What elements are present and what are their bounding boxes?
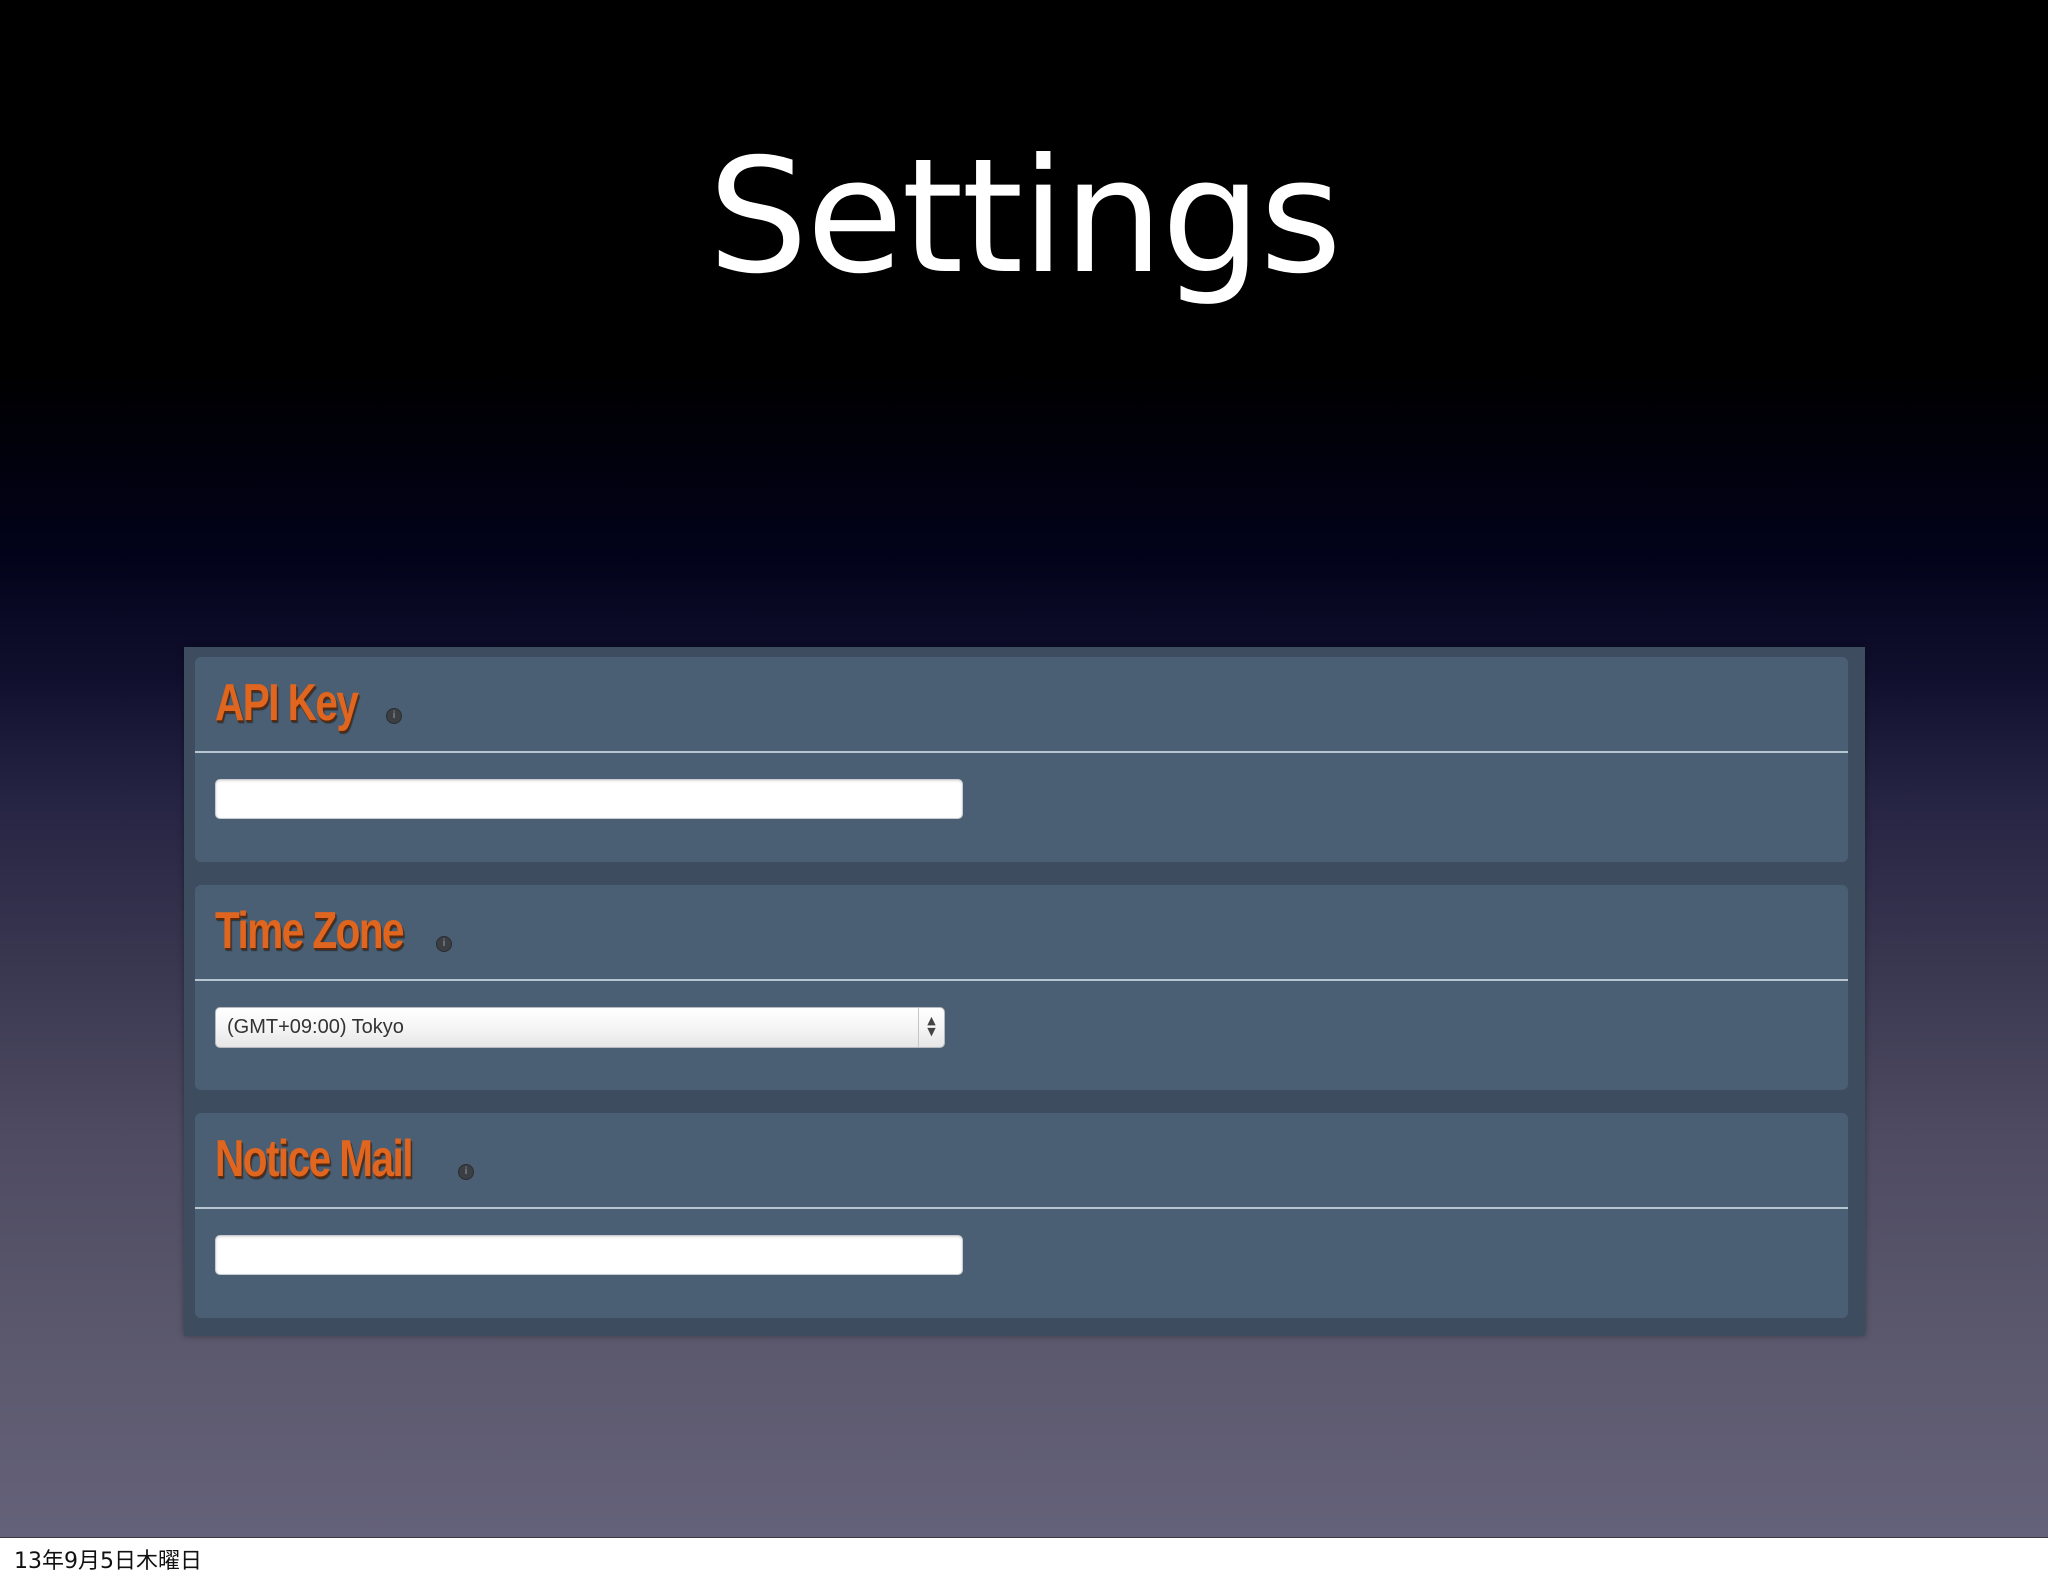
up-down-arrows-icon: ▲ ▼ <box>918 1008 944 1047</box>
api-key-header: API Key i <box>195 657 1848 753</box>
notice-mail-input[interactable] <box>215 1235 963 1275</box>
slide: Settings API Key i Time Zone i (GMT+09:0… <box>0 0 2048 1538</box>
notice-mail-header: Notice Mail i <box>195 1113 1848 1209</box>
notice-mail-label: Notice Mail <box>215 1130 414 1188</box>
slide-title: Settings <box>707 125 1342 309</box>
time-zone-section: Time Zone i (GMT+09:00) Tokyo ▲ ▼ <box>195 885 1848 1090</box>
time-zone-info-icon[interactable]: i <box>436 936 452 952</box>
time-zone-label: Time Zone <box>215 902 405 960</box>
time-zone-selected-value: (GMT+09:00) Tokyo <box>227 1016 404 1038</box>
api-key-label: API Key <box>215 674 359 732</box>
time-zone-header: Time Zone i <box>195 885 1848 981</box>
api-key-section: API Key i <box>195 657 1848 862</box>
api-key-input[interactable] <box>215 779 963 819</box>
time-zone-select[interactable]: (GMT+09:00) Tokyo ▲ ▼ <box>215 1007 945 1048</box>
slide-date: 13年9月5日木曜日 <box>14 1549 202 1574</box>
notice-mail-section: Notice Mail i <box>195 1113 1848 1318</box>
notice-mail-info-icon[interactable]: i <box>458 1164 474 1180</box>
settings-panel: API Key i Time Zone i (GMT+09:00) Tokyo … <box>184 647 1865 1336</box>
api-key-info-icon[interactable]: i <box>386 708 402 724</box>
